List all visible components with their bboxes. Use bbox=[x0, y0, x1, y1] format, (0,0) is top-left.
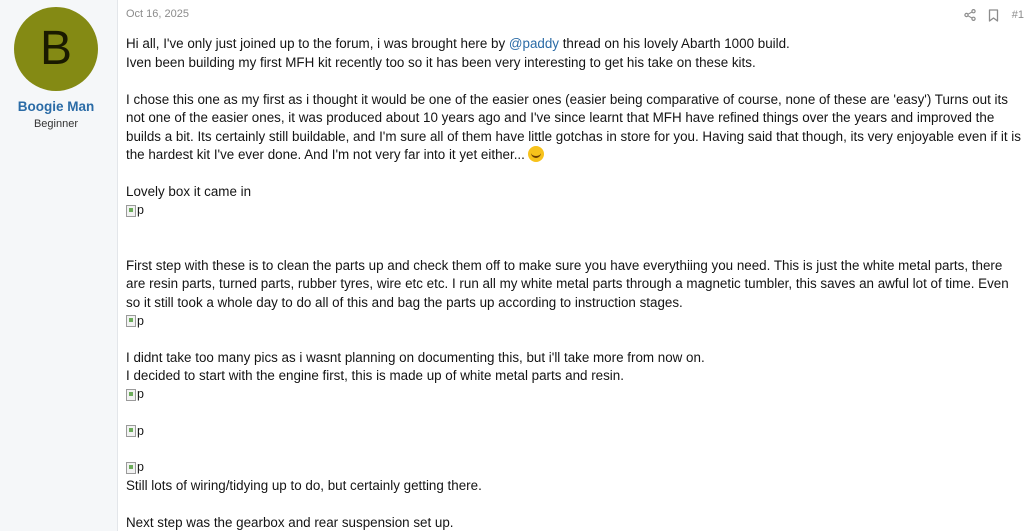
image-alt-text: p bbox=[137, 460, 144, 475]
post-number-link[interactable]: #1 bbox=[1012, 9, 1024, 21]
post-line: Still lots of wiring/tidying up to do, b… bbox=[126, 477, 482, 493]
post-text: thread on his lovely Abarth 1000 build. bbox=[558, 36, 790, 51]
share-icon[interactable] bbox=[962, 7, 978, 23]
post-image[interactable]: p bbox=[126, 422, 1021, 440]
post-paragraph: First step with these is to clean the pa… bbox=[126, 257, 1009, 310]
bookmark-icon[interactable] bbox=[986, 7, 1002, 23]
post-line: Next step was the gearbox and rear suspe… bbox=[126, 514, 454, 530]
post-line: I didnt take too many pics as i wasnt pl… bbox=[126, 349, 705, 365]
image-alt-text: p bbox=[137, 313, 144, 328]
post-text: Hi all, I've only just joined up to the … bbox=[126, 36, 509, 51]
post-image[interactable]: p bbox=[126, 202, 1021, 220]
rofl-emoji-icon bbox=[527, 146, 544, 162]
user-info-panel: B Boogie Man Beginner bbox=[0, 0, 118, 531]
user-title: Beginner bbox=[33, 118, 79, 130]
broken-image-icon bbox=[126, 425, 136, 437]
avatar-letter: B bbox=[39, 22, 72, 75]
image-alt-text: p bbox=[137, 423, 144, 438]
username-link[interactable]: Boogie Man bbox=[0, 99, 112, 114]
post-date[interactable]: Oct 16, 2025 bbox=[126, 8, 189, 20]
user-mention-link[interactable]: @paddy bbox=[509, 36, 559, 51]
post-line: Iven been building my first MFH kit rece… bbox=[126, 54, 756, 70]
post-image[interactable]: p bbox=[126, 312, 1021, 330]
broken-image-icon bbox=[126, 315, 136, 327]
image-alt-text: p bbox=[137, 203, 144, 218]
broken-image-icon bbox=[126, 204, 136, 217]
post-image[interactable]: p bbox=[126, 386, 1021, 404]
post-line: I decided to start with the engine first… bbox=[126, 368, 624, 383]
post-line: Lovely box it came in bbox=[126, 184, 252, 199]
post-content: Hi all, I've only just joined up to the … bbox=[126, 35, 1021, 531]
broken-image-icon bbox=[126, 461, 136, 474]
post-actions: #1 bbox=[954, 7, 1024, 23]
image-alt-text: p bbox=[137, 387, 144, 402]
post-image[interactable]: p bbox=[126, 459, 1021, 477]
broken-image-icon bbox=[126, 388, 136, 401]
post-header: Oct 16, 2025 #1 bbox=[126, 8, 1024, 24]
post-paragraph: I chose this one as my first as i though… bbox=[126, 91, 1021, 165]
avatar[interactable]: B bbox=[14, 7, 98, 91]
post-paragraph: Hi all, I've only just joined up to the … bbox=[126, 35, 1021, 54]
post-text: I chose this one as my first as i though… bbox=[126, 91, 1021, 163]
